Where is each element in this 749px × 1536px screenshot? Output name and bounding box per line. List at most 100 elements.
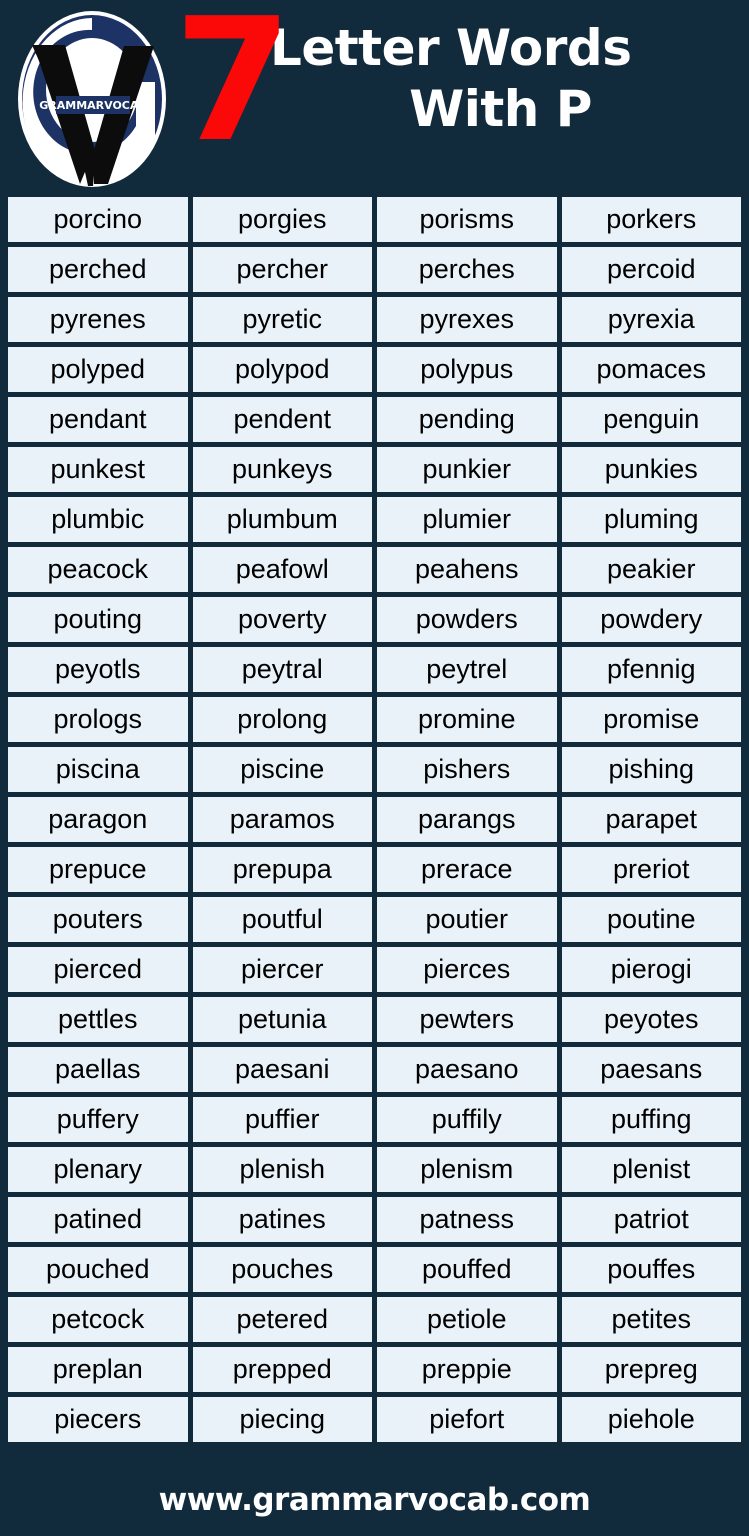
word-cell: pyretic xyxy=(192,297,372,342)
word-cell: punkest xyxy=(8,447,188,492)
word-cell: pewters xyxy=(377,997,557,1042)
word-cell: porcino xyxy=(8,197,188,242)
poster-root: GRAMMARVOCAB 7 Letter Words With P porci… xyxy=(0,0,749,1536)
word-cell: porkers xyxy=(561,197,741,242)
word-cell: prerace xyxy=(377,847,557,892)
word-cell: prepped xyxy=(192,1347,372,1392)
word-cell: paellas xyxy=(8,1047,188,1092)
word-cell: puffier xyxy=(192,1097,372,1142)
word-cell: prologs xyxy=(8,697,188,742)
word-cell: paragon xyxy=(8,797,188,842)
word-cell: poverty xyxy=(192,597,372,642)
word-cell: pouffed xyxy=(377,1247,557,1292)
word-cell: parapet xyxy=(561,797,741,842)
word-cell: pierced xyxy=(8,947,188,992)
word-cell: preplan xyxy=(8,1347,188,1392)
word-cell: prolong xyxy=(192,697,372,742)
word-cell: pluming xyxy=(561,497,741,542)
word-cell: plenist xyxy=(561,1147,741,1192)
word-cell: paramos xyxy=(192,797,372,842)
word-cell: pierogi xyxy=(561,947,741,992)
word-cell: poutier xyxy=(377,897,557,942)
word-cell: peytral xyxy=(192,647,372,692)
word-cell: punkeys xyxy=(192,447,372,492)
word-cell: prepuce xyxy=(8,847,188,892)
word-cell: plumbic xyxy=(8,497,188,542)
word-cell: penguin xyxy=(561,397,741,442)
word-cell: petered xyxy=(192,1297,372,1342)
word-cell: polyped xyxy=(8,347,188,392)
word-cell: puffery xyxy=(8,1097,188,1142)
word-cell: poutine xyxy=(561,897,741,942)
word-cell: patriot xyxy=(561,1197,741,1242)
title-block: 7 Letter Words With P xyxy=(172,0,749,166)
brand-logo: GRAMMARVOCAB xyxy=(12,8,172,190)
word-cell: petunia xyxy=(192,997,372,1042)
word-cell: punkier xyxy=(377,447,557,492)
word-cell: puffily xyxy=(377,1097,557,1142)
word-cell: promise xyxy=(561,697,741,742)
footer: www.grammarvocab.com xyxy=(0,1464,749,1536)
number-badge: 7 xyxy=(174,0,292,180)
word-cell: piecers xyxy=(8,1397,188,1442)
word-cell: pfennig xyxy=(561,647,741,692)
word-cell: perches xyxy=(377,247,557,292)
word-cell: percher xyxy=(192,247,372,292)
word-cell: peyotls xyxy=(8,647,188,692)
word-cell: pending xyxy=(377,397,557,442)
word-cell: pouting xyxy=(8,597,188,642)
word-cell: pyrenes xyxy=(8,297,188,342)
word-cell: pomaces xyxy=(561,347,741,392)
word-cell: pyrexia xyxy=(561,297,741,342)
word-cell: pouffes xyxy=(561,1247,741,1292)
word-cell: punkies xyxy=(561,447,741,492)
word-cell: preppie xyxy=(377,1347,557,1392)
word-cell: pishers xyxy=(377,747,557,792)
word-grid: porcino porgies porisms porkers perched perch… xyxy=(8,197,741,1442)
word-cell: perched xyxy=(8,247,188,292)
logo-icon: GRAMMARVOCAB xyxy=(18,11,166,187)
word-cell: plenish xyxy=(192,1147,372,1192)
word-cell: piehole xyxy=(561,1397,741,1442)
word-cell: peyotes xyxy=(561,997,741,1042)
word-cell: pouters xyxy=(8,897,188,942)
logo-wordmark: GRAMMARVOCAB xyxy=(39,99,147,112)
word-cell: paesans xyxy=(561,1047,741,1092)
word-cell: poutful xyxy=(192,897,372,942)
word-cell: plumier xyxy=(377,497,557,542)
header: GRAMMARVOCAB 7 Letter Words With P xyxy=(0,0,749,197)
word-cell: preriot xyxy=(561,847,741,892)
word-cell: prepupa xyxy=(192,847,372,892)
word-cell: peahens xyxy=(377,547,557,592)
word-cell: plenism xyxy=(377,1147,557,1192)
word-cell: patness xyxy=(377,1197,557,1242)
word-cell: porisms xyxy=(377,197,557,242)
word-cell: percoid xyxy=(561,247,741,292)
word-cell: pettles xyxy=(8,997,188,1042)
word-cell: porgies xyxy=(192,197,372,242)
word-cell: paesano xyxy=(377,1047,557,1092)
word-cell: pouched xyxy=(8,1247,188,1292)
word-cell: puffing xyxy=(561,1097,741,1142)
word-cell: petcock xyxy=(8,1297,188,1342)
word-cell: powdery xyxy=(561,597,741,642)
word-cell: pouches xyxy=(192,1247,372,1292)
word-cell: plenary xyxy=(8,1147,188,1192)
word-cell: pyrexes xyxy=(377,297,557,342)
word-cell: petites xyxy=(561,1297,741,1342)
word-cell: peafowl xyxy=(192,547,372,592)
word-cell: pendent xyxy=(192,397,372,442)
word-cell: polypus xyxy=(377,347,557,392)
word-cell: pendant xyxy=(8,397,188,442)
word-cell: patines xyxy=(192,1197,372,1242)
word-cell: peytrel xyxy=(377,647,557,692)
word-cell: polypod xyxy=(192,347,372,392)
word-cell: powders xyxy=(377,597,557,642)
word-cell: peacock xyxy=(8,547,188,592)
word-cell: paesani xyxy=(192,1047,372,1092)
website-url: www.grammarvocab.com xyxy=(158,1482,591,1518)
word-cell: petiole xyxy=(377,1297,557,1342)
word-cell: plumbum xyxy=(192,497,372,542)
word-cell: pierces xyxy=(377,947,557,992)
word-cell: promine xyxy=(377,697,557,742)
